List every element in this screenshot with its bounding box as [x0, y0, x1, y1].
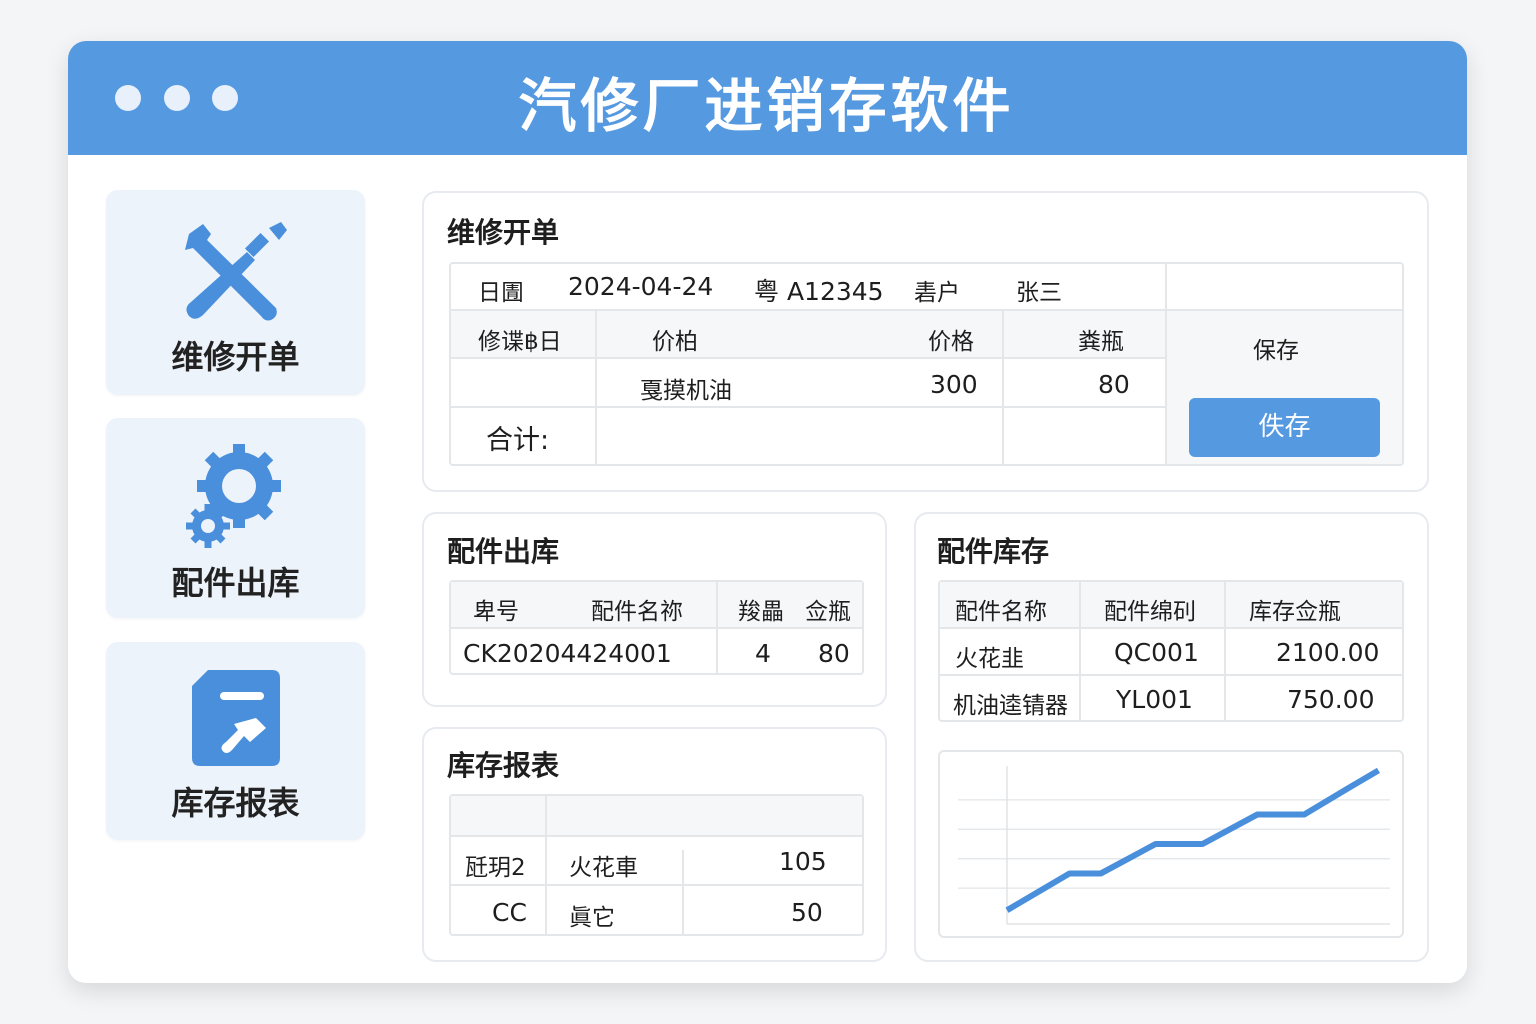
inventory-chart	[938, 750, 1404, 938]
amount: 80	[818, 639, 850, 668]
gears-icon	[186, 444, 281, 548]
customer-field[interactable]: 张三	[1016, 273, 1062, 307]
report-cell: CC	[492, 898, 527, 927]
date-label: 日圊	[478, 280, 524, 306]
column-header: 价格	[928, 329, 974, 355]
column-header: 粪瓶	[1078, 329, 1124, 355]
title-bar: 汽修厂进销存软件	[68, 41, 1467, 155]
order-number: CK20204424001	[463, 639, 672, 668]
part-code: YL001	[1116, 685, 1193, 714]
item-amount: 80	[1098, 370, 1130, 399]
report-icon	[192, 670, 280, 766]
item-name: 戛摸机油	[640, 378, 732, 404]
save-button[interactable]: 佚存	[1189, 398, 1380, 457]
part-name: 火花韭	[955, 646, 1024, 672]
chart-series-line	[1005, 767, 1380, 913]
sidebar-item-label: 库存报表	[171, 784, 300, 822]
report-cell: 眞它	[569, 905, 615, 931]
column-header: 配件名称	[955, 599, 1047, 625]
date-field[interactable]: 2024-04-24	[568, 272, 713, 301]
total-label: 合计:	[486, 425, 550, 456]
report-cell: 50	[791, 898, 823, 927]
stock-amount: 750.00	[1287, 685, 1375, 714]
part-name: 机油逵锖器	[953, 693, 1068, 719]
plate-field[interactable]: 粤 A12345	[754, 272, 884, 308]
sidebar-item-stock-report[interactable]: 库存报表	[106, 642, 365, 840]
panel-title: 库存报表	[447, 749, 560, 782]
panel-title: 配件库存	[937, 535, 1050, 568]
line-chart	[958, 766, 1390, 925]
panel-title: 配件出库	[447, 535, 560, 568]
sidebar-item-parts-out[interactable]: 配件出库	[106, 418, 365, 618]
quantity: 4	[755, 639, 771, 668]
wrench-screwdriver-icon	[185, 222, 287, 321]
column-header: 卑号	[473, 599, 519, 625]
item-price: 300	[930, 370, 978, 399]
report-cell: 火花車	[569, 855, 638, 881]
column-header: 价柏	[652, 329, 698, 355]
column-header: 佥瓶	[805, 599, 851, 625]
report-cell: 瓩玥2	[465, 855, 526, 881]
stock-amount: 2100.00	[1276, 638, 1380, 667]
column-header: 库存佥瓶	[1249, 599, 1341, 625]
part-code: QC001	[1114, 638, 1199, 667]
customer-label: 砉户	[914, 280, 960, 306]
column-header: 配件绵矵	[1104, 599, 1196, 625]
column-header: 修谍฿日	[478, 329, 562, 355]
app-title: 汽修厂进销存软件	[518, 72, 1015, 140]
column-header: 配件名祢	[591, 599, 683, 625]
report-cell: 105	[779, 847, 827, 876]
save-label: 保存	[1253, 338, 1299, 364]
sidebar-item-repair-order[interactable]: 维修开单	[106, 190, 365, 395]
panel-title: 维修开单	[447, 216, 560, 249]
sidebar-item-label: 配件出库	[171, 564, 300, 602]
sidebar-item-label: 维修开单	[171, 338, 300, 376]
column-header: 羧畾	[738, 599, 784, 625]
